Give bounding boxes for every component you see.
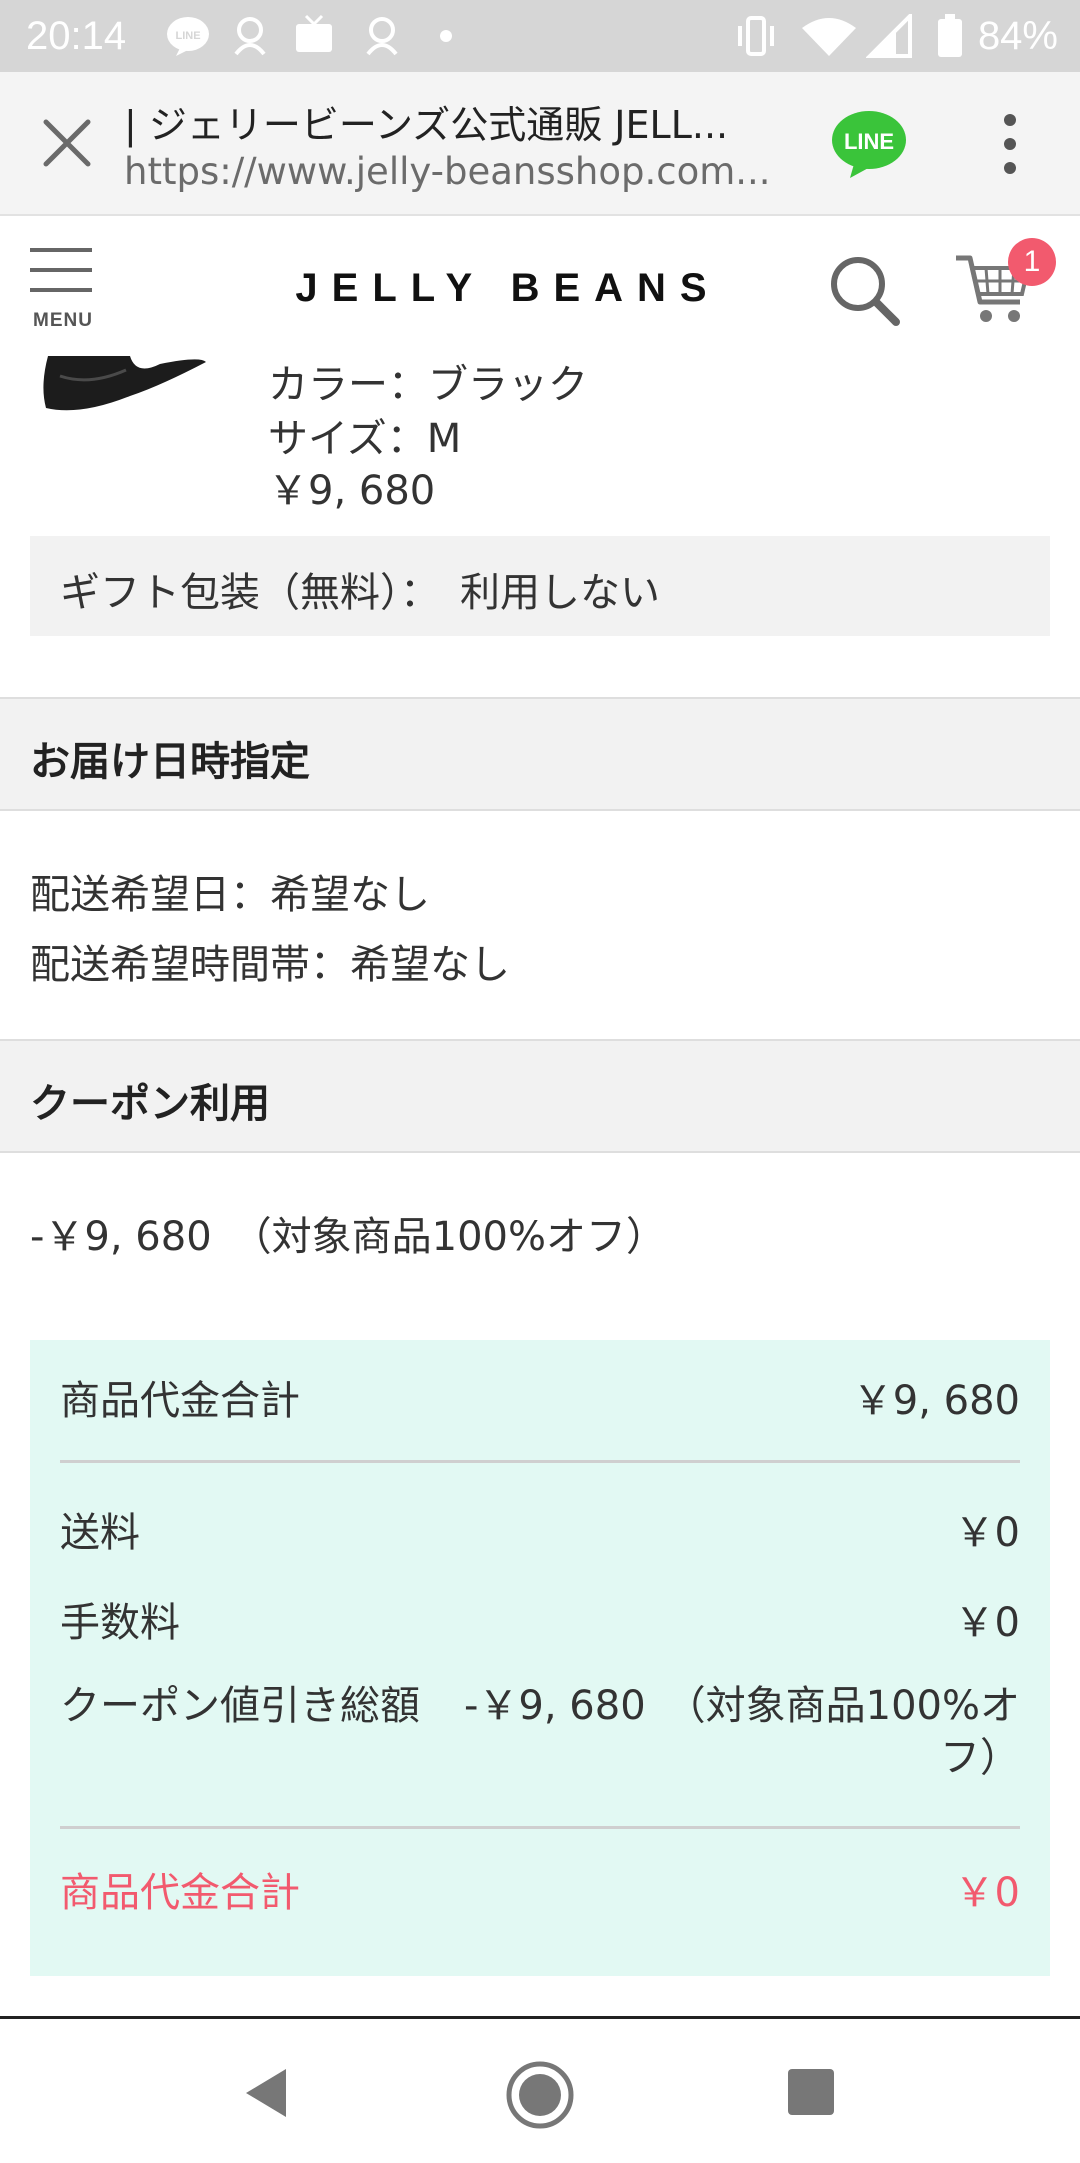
fee-value: ￥0 [954,1600,1020,1646]
vibrate-icon [738,16,774,56]
shipping-value: ￥0 [954,1510,1020,1556]
product-thumbnail[interactable] [40,356,210,416]
summary-divider [60,1460,1020,1463]
delivery-time: 配送希望時間帯：希望なし [30,942,510,988]
delivery-heading: お届け日時指定 [30,739,310,785]
tv-icon [296,14,332,52]
delivery-date: 配送希望日：希望なし [30,872,430,918]
coupon-total-label: クーポン値引き総額 [60,1683,420,1729]
battery-percentage: 84% [977,14,1058,58]
gift-wrap-text: ギフト包装（無料）： 利用しない [60,570,660,616]
line-icon: LINE [167,17,209,56]
summary-divider [60,1826,1020,1829]
recents-icon[interactable] [786,2067,836,2117]
signal-icon [866,14,912,58]
product-price: ￥9, 680 [268,468,436,514]
notification-icon [366,17,398,56]
gift-wrap-option: ギフト包装（無料）： 利用しない [30,536,1050,636]
product-size: サイズ：M [268,416,462,462]
site-header: MENU JELLY BEANS [0,216,1080,356]
subtotal-label: 商品代金合計 [60,1378,300,1424]
menu-icon-bar [30,248,92,252]
line-label: LINE [844,129,894,154]
grand-total-label: 商品代金合計 [60,1870,300,1916]
coupon-discount: -￥9, 680 （対象商品100%オフ） [30,1214,667,1260]
status-bar: 20:14 LINE 84% [0,0,1080,72]
close-icon[interactable] [36,112,98,174]
svg-text:LINE: LINE [175,30,200,42]
back-icon[interactable] [238,2065,294,2121]
order-summary: 商品代金合計 ￥9, 680 送料 ￥0 手数料 ￥0 クーポン値引き総額 -￥… [30,1340,1050,1976]
more-options-icon[interactable] [990,112,1030,176]
dot-icon [440,30,452,42]
search-icon[interactable] [826,252,902,328]
product-color: カラー：ブラック [268,362,588,408]
delivery-section-header: お届け日時指定 [0,697,1080,811]
cart-count-badge: 1 [1008,238,1056,286]
page-title[interactable]: | ジェリービーンズ公式通販 JELL... [124,94,804,149]
coupon-heading: クーポン利用 [30,1081,270,1127]
menu-label: MENU [33,310,93,331]
battery-icon [938,14,962,57]
coupon-section-header: クーポン利用 [0,1039,1080,1153]
url-text[interactable]: https://www.jelly-beansshop.com... [124,150,804,193]
system-nav-bar [0,2016,1080,2163]
home-icon[interactable] [504,2059,576,2131]
browser-toolbar: | ジェリービーンズ公式通販 JELL... https://www.jelly… [0,72,1080,216]
shipping-label: 送料 [60,1510,140,1556]
subtotal-value: ￥9, 680 [852,1378,1020,1424]
line-share-button[interactable]: LINE [830,108,908,180]
status-time: 20:14 [26,14,127,58]
grand-total-value: ￥0 [954,1870,1020,1916]
coupon-total-row: クーポン値引き総額 -￥9, 680 （対象商品100%オフ） [60,1680,1020,1784]
notification-icon [234,17,266,56]
wifi-icon [802,18,856,56]
fee-label: 手数料 [60,1600,180,1646]
